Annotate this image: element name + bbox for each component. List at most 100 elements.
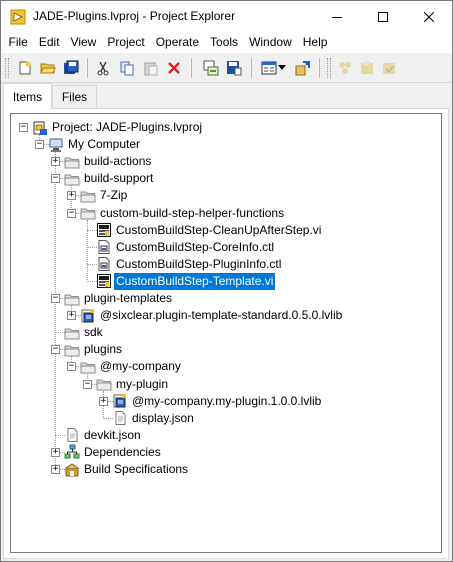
collapse-toggle[interactable]: −	[51, 174, 60, 184]
toolbar-grip[interactable]	[327, 58, 331, 78]
tree-item-label[interactable]: build-actions	[82, 153, 153, 170]
menu-bar: File Edit View Project Operate Tools Win…	[1, 32, 452, 53]
source-control-buttons[interactable]	[337, 58, 423, 78]
open-button[interactable]	[38, 58, 58, 78]
tree-item-label[interactable]: devkit.json	[82, 427, 143, 444]
dependencies-icon	[64, 444, 80, 459]
toolbar-separator	[87, 58, 88, 78]
tree-item-label[interactable]: custom-build-step-helper-functions	[98, 205, 286, 222]
menu-window[interactable]: Window	[244, 32, 298, 53]
cut-button[interactable]	[93, 58, 113, 78]
tree-item-label[interactable]: CustomBuildStep-PluginInfo.ctl	[114, 256, 283, 273]
maximize-icon	[378, 11, 388, 22]
tree-item-label[interactable]: @my-company	[98, 358, 183, 375]
toolbar-grip[interactable]	[5, 58, 9, 78]
tree-item-label[interactable]: CustomBuildStep-Template.vi	[114, 272, 276, 290]
tree-item-label[interactable]: plugin-templates	[82, 290, 174, 307]
source-control-icons	[339, 62, 351, 74]
folder-icon	[96, 379, 112, 391]
ctl-icon	[98, 257, 110, 272]
toolbar-separator	[319, 58, 320, 78]
tree-item-label[interactable]: @sixclear.plugin-template-standard.0.5.0…	[98, 307, 344, 324]
expand-toggle[interactable]: +	[51, 447, 60, 457]
tree-item-label[interactable]: my-plugin	[114, 376, 170, 393]
build-button[interactable]	[201, 58, 221, 78]
menu-operate[interactable]: Operate	[150, 32, 204, 53]
tab-files[interactable]: Files	[52, 85, 97, 108]
collapse-toggle[interactable]: −	[51, 294, 60, 303]
ctl-icon	[98, 240, 110, 255]
cut-icon	[97, 61, 109, 76]
folder-icon	[64, 328, 80, 340]
view-dropdown-button[interactable]	[277, 58, 287, 78]
menu-project[interactable]: Project	[102, 32, 150, 53]
copy-icon	[120, 61, 134, 76]
collapse-toggle[interactable]: −	[35, 140, 44, 150]
tree-item-label[interactable]: Project: JADE-Plugins.lvproj	[50, 119, 204, 136]
maximize-button[interactable]	[360, 1, 406, 32]
collapse-toggle[interactable]: −	[51, 345, 60, 355]
file-icon	[115, 411, 126, 426]
menu-edit[interactable]: Edit	[33, 32, 65, 53]
labview-app-icon	[10, 9, 26, 25]
menu-help[interactable]: Help	[297, 32, 333, 53]
title-bar[interactable]: JADE-Plugins.lvproj - Project Explorer	[1, 1, 452, 32]
collapse-toggle[interactable]: −	[67, 208, 76, 218]
new-button[interactable]	[15, 58, 35, 78]
tree-item-label[interactable]: sdk	[82, 324, 105, 341]
expand-toggle[interactable]: +	[67, 311, 76, 321]
toolbar-separator	[191, 58, 192, 78]
close-button[interactable]	[406, 1, 452, 32]
tree-item-label[interactable]: @my-company.my-plugin.1.0.0.lvlib	[130, 393, 323, 410]
delete-icon	[168, 62, 180, 74]
view-button[interactable]	[259, 58, 279, 78]
folder-icon	[64, 174, 80, 186]
expand-toggle[interactable]: +	[51, 157, 60, 167]
save-button[interactable]	[224, 58, 244, 78]
view-tabs: Items Files	[1, 83, 452, 109]
collapse-toggle[interactable]: −	[19, 123, 28, 132]
menu-view[interactable]: View	[65, 32, 102, 53]
menu-tools[interactable]: Tools	[205, 32, 244, 53]
tree-item-label[interactable]: Build Specifications	[82, 461, 190, 478]
properties-button[interactable]	[293, 58, 313, 78]
tree-item-label[interactable]: CustomBuildStep-CoreInfo.ctl	[114, 239, 276, 256]
tree-connector	[55, 151, 56, 471]
tree-item-label[interactable]: build-support	[82, 170, 155, 187]
toolbar-separator	[251, 58, 252, 78]
tree-item-label[interactable]: 7-Zip	[98, 187, 129, 204]
paste-button[interactable]	[141, 58, 161, 78]
folder-icon	[64, 157, 80, 169]
checkin-icon	[383, 63, 395, 74]
properties-icon	[295, 61, 310, 76]
vi-icon	[97, 274, 111, 289]
build-spec-icon	[65, 462, 79, 476]
delete-button[interactable]	[164, 58, 184, 78]
project-explorer-window: JADE-Plugins.lvproj - Project Explorer F…	[0, 0, 453, 562]
view-icon	[261, 61, 277, 75]
menu-file[interactable]: File	[3, 32, 33, 53]
tab-items[interactable]: Items	[3, 83, 52, 109]
new-icon	[19, 61, 31, 75]
copy-button[interactable]	[117, 58, 137, 78]
folder-icon	[80, 362, 96, 374]
collapse-toggle[interactable]: −	[67, 362, 76, 372]
expand-toggle[interactable]: +	[51, 465, 60, 474]
project-tree[interactable]: − Project: JADE-Plugins.lvproj − My Compute…	[10, 113, 442, 553]
tree-item-label[interactable]: My Computer	[66, 136, 142, 153]
collapse-toggle[interactable]: −	[83, 379, 92, 389]
save-all-button[interactable]	[61, 58, 81, 78]
expand-toggle[interactable]: +	[99, 396, 108, 406]
tree-item-label[interactable]: CustomBuildStep-CleanUpAfterStep.vi	[114, 222, 323, 239]
tree-item-label[interactable]: Dependencies	[82, 444, 163, 461]
minimize-button[interactable]	[314, 1, 360, 32]
library-icon	[81, 308, 94, 323]
tree-item-label[interactable]: display.json	[130, 410, 196, 427]
dropdown-icon	[278, 65, 286, 70]
project-icon	[33, 121, 47, 135]
file-icon	[67, 428, 78, 443]
folder-icon	[64, 294, 80, 305]
minimize-icon	[332, 16, 342, 18]
tree-item-label[interactable]: plugins	[82, 341, 124, 358]
expand-toggle[interactable]: +	[67, 191, 76, 201]
